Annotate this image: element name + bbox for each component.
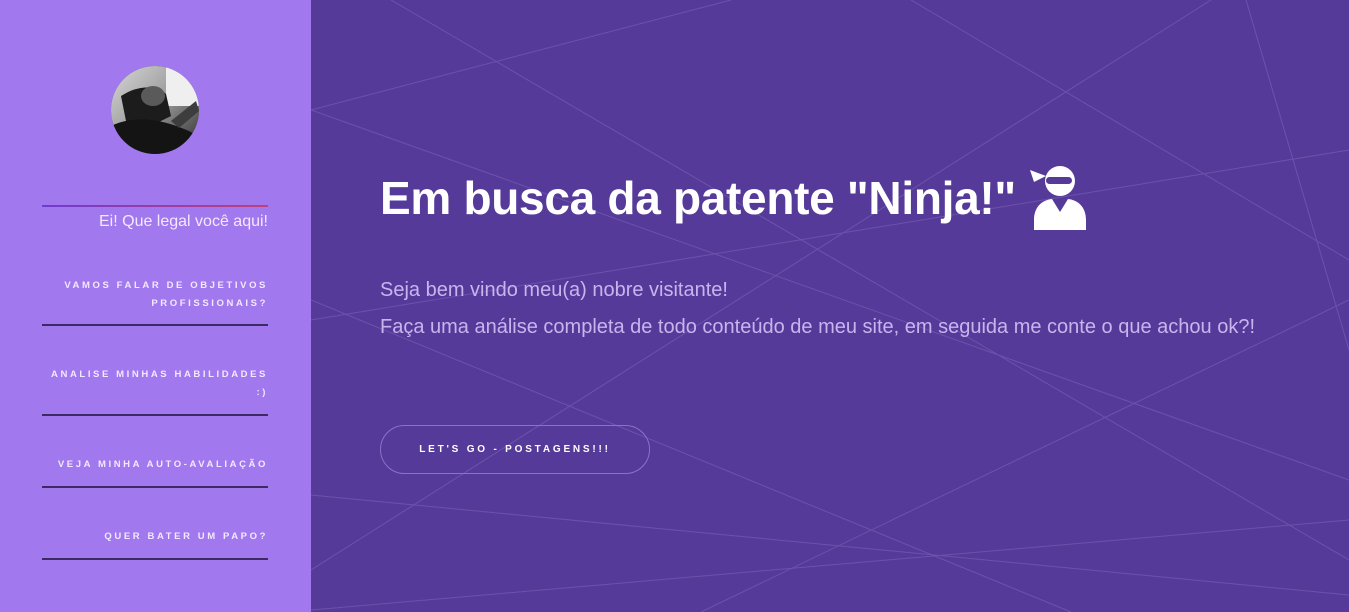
hero-section: Em busca da patente "Ninja!" Seja bem vi… — [311, 0, 1349, 612]
nav-item-auto-avaliacao[interactable]: VEJA MINHA AUTO-AVALIAÇÃO — [42, 456, 268, 474]
nav-item-bater-papo[interactable]: QUER BATER UM PAPO? — [42, 528, 268, 546]
cta-postagens-button[interactable]: LET'S GO - POSTAGENS!!! — [380, 425, 650, 474]
nav-divider — [42, 324, 268, 326]
hero-headline: Em busca da patente "Ninja!" — [380, 164, 1088, 232]
nav-divider — [42, 486, 268, 488]
hero-subtitle: Seja bem vindo meu(a) nobre visitante! F… — [380, 272, 1260, 345]
hero-subtitle-line2: Faça uma análise completa de todo conteú… — [380, 315, 1255, 338]
greeting-text: Ei! Que legal você aqui! — [99, 213, 268, 230]
nav-item-objetivos[interactable]: VAMOS FALAR DE OBJETIVOS PROFISSIONAIS? — [42, 277, 268, 313]
greeting-divider — [42, 205, 268, 207]
sidebar: Ei! Que legal você aqui! VAMOS FALAR DE … — [0, 0, 311, 612]
nav-item-habilidades[interactable]: ANALISE MINHAS HABILIDADES :) — [42, 366, 268, 402]
hero-title: Em busca da patente "Ninja!" — [380, 172, 1016, 224]
avatar[interactable] — [111, 66, 199, 154]
page: Ei! Que legal você aqui! VAMOS FALAR DE … — [0, 0, 1349, 612]
ninja-icon — [1029, 166, 1086, 230]
hero-subtitle-line1: Seja bem vindo meu(a) nobre visitante! — [380, 279, 728, 301]
nav-divider — [42, 414, 268, 416]
nav-divider — [42, 558, 268, 560]
avatar-photo — [111, 66, 199, 154]
